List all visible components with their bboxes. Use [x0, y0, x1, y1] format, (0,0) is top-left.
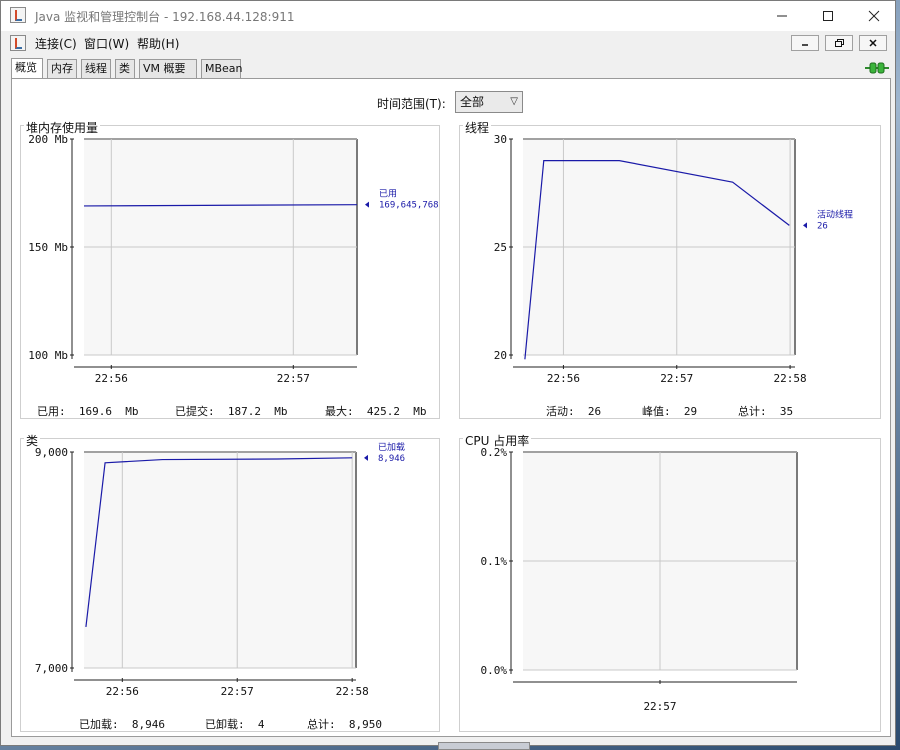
- minimize-icon: [802, 44, 808, 46]
- maximize-button[interactable]: [805, 1, 851, 31]
- y-tick-label: 9,000: [35, 446, 68, 459]
- x-tick-label: 22:58: [774, 372, 807, 385]
- y-tick-label: 0.0%: [481, 664, 508, 677]
- title-bar[interactable]: Java 监视和管理控制台 - 192.168.44.128:911: [1, 1, 895, 31]
- heap-used-stat: 已用: 169.6 Mb: [37, 405, 139, 418]
- cpu-chart: 0.0% 0.1% 0.2% 22:57: [481, 446, 798, 713]
- y-tick-label: 150 Mb: [28, 241, 68, 254]
- series-marker-icon: [803, 222, 807, 229]
- y-tick-label: 100 Mb: [28, 349, 68, 362]
- internal-frame-icon[interactable]: [10, 35, 26, 51]
- close-icon: [869, 39, 877, 47]
- tab-vm-summary[interactable]: VM 概要: [139, 59, 197, 78]
- menu-window[interactable]: 窗口(W): [84, 35, 129, 52]
- x-tick-label: 22:57: [277, 372, 310, 385]
- maximize-icon: [823, 11, 833, 21]
- tab-overview[interactable]: 概览: [11, 58, 43, 79]
- series-value-label: 8,946: [378, 454, 405, 464]
- jconsole-window: Java 监视和管理控制台 - 192.168.44.128:911 连接(C)…: [0, 0, 896, 746]
- taskbar-thumbnail: [438, 742, 530, 750]
- heap-max-stat: 最大: 425.2 Mb: [325, 405, 427, 418]
- classes-chart: 7,000 9,000 22:56 22:57 22:58 已加载8,946: [35, 441, 405, 698]
- tab-memory[interactable]: 内存: [47, 59, 77, 78]
- threads-total-stat: 总计: 35: [738, 405, 794, 418]
- java-app-icon[interactable]: [10, 7, 26, 23]
- x-tick-label: 22:56: [547, 372, 580, 385]
- series-marker-icon: [365, 201, 369, 208]
- threads-live-stat: 活动: 26: [546, 405, 602, 418]
- series-name-label: 已加载: [378, 441, 405, 453]
- restore-icon: [835, 39, 844, 47]
- tab-mbeans[interactable]: MBean: [201, 59, 243, 78]
- time-range-label: 时间范围(T):: [377, 97, 446, 111]
- time-range-value: 全部: [460, 95, 485, 109]
- series-value-label: 26: [817, 221, 828, 231]
- classes-total-stat: 总计: 8,950: [307, 718, 382, 731]
- plot-area: [84, 452, 356, 668]
- threads-chart: 20 25 30 22:56 22:57 22:58 活动线程26: [494, 133, 853, 385]
- series-marker-icon: [364, 454, 368, 461]
- chevron-down-icon: ▽: [510, 96, 518, 107]
- y-tick-label: 30: [494, 133, 507, 146]
- series-name-label: 活动线程: [817, 208, 853, 220]
- close-icon: [868, 10, 880, 22]
- x-tick-label: 22:57: [221, 685, 254, 698]
- y-tick-label: 200 Mb: [28, 133, 68, 146]
- menu-help[interactable]: 帮助(H): [137, 35, 179, 52]
- heap-committed-stat: 已提交: 187.2 Mb: [175, 405, 288, 418]
- x-tick-label: 22:58: [336, 685, 369, 698]
- classes-loaded-stat: 已加载: 8,946: [79, 718, 165, 731]
- frame-minimize-button[interactable]: [791, 35, 819, 51]
- window-title: Java 监视和管理控制台 - 192.168.44.128:911: [35, 10, 295, 24]
- threads-peak-stat: 峰值: 29: [642, 405, 698, 418]
- x-tick-label: 22:56: [106, 685, 139, 698]
- y-tick-label: 0.1%: [481, 555, 508, 568]
- classes-unloaded-stat: 已卸载: 4: [205, 718, 265, 731]
- minimize-button[interactable]: [759, 1, 805, 31]
- close-button[interactable]: [851, 1, 897, 31]
- x-tick-label: 22:57: [660, 372, 693, 385]
- frame-restore-button[interactable]: [825, 35, 853, 51]
- y-tick-label: 25: [494, 241, 507, 254]
- y-tick-label: 0.2%: [481, 446, 508, 459]
- tab-threads[interactable]: 线程: [81, 59, 111, 78]
- minimize-icon: [777, 15, 787, 17]
- y-tick-label: 20: [494, 349, 507, 362]
- frame-close-button[interactable]: [859, 35, 887, 51]
- connection-status-icon: [865, 62, 889, 74]
- time-range-select[interactable]: 全部 ▽: [455, 91, 523, 113]
- menu-connection[interactable]: 连接(C): [35, 35, 77, 52]
- x-tick-label: 22:57: [643, 700, 676, 713]
- series-value-label: 169,645,768: [379, 201, 439, 211]
- tab-classes[interactable]: 类: [115, 59, 135, 78]
- y-tick-label: 7,000: [35, 662, 68, 675]
- x-tick-label: 22:56: [95, 372, 128, 385]
- series-name-label: 已用: [379, 189, 397, 200]
- heap-chart: 100 Mb 150 Mb 200 Mb 22:56 22:57 已用169,645,76…: [28, 133, 439, 385]
